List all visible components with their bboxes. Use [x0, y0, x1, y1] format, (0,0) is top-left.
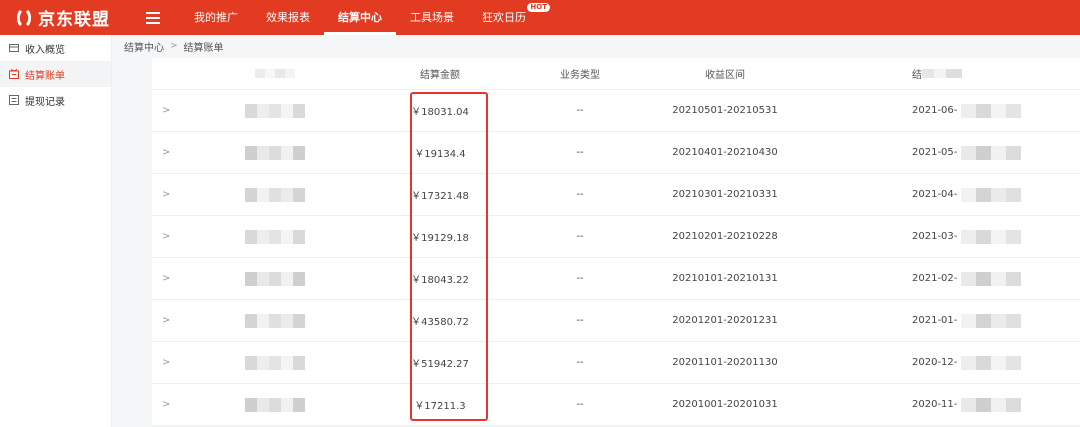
- expand-chevron-icon[interactable]: >: [152, 231, 200, 242]
- nav-item-settlement[interactable]: 结算中心: [324, 0, 396, 35]
- blurred-cell: [200, 271, 350, 286]
- breadcrumb-current: 结算账单: [183, 42, 224, 54]
- brand-name: 京东联盟: [38, 10, 110, 30]
- table-row[interactable]: > ￥17211.3 -- 20201001-20201031 2020-11-: [152, 384, 1080, 426]
- period-cell: 20210501-20210531: [672, 105, 778, 116]
- period-cell: 20210101-20210131: [672, 273, 778, 284]
- date-cell: 2021-03-: [820, 229, 1080, 244]
- blurred-cell: [200, 313, 350, 328]
- expand-chevron-icon[interactable]: >: [152, 273, 200, 284]
- breadcrumb: 结算中心 > 结算账单: [124, 38, 224, 54]
- period-cell: 20201201-20201231: [672, 315, 778, 326]
- wallet-icon: [9, 44, 19, 52]
- table-row[interactable]: > ￥17321.48 -- 20210301-20210331 2021-04…: [152, 174, 1080, 216]
- menu-toggle-icon[interactable]: [146, 11, 160, 24]
- type-cell: --: [576, 273, 584, 284]
- sidebar: 收入概览 结算账单 提现记录: [0, 35, 112, 427]
- table-row[interactable]: > ￥43580.72 -- 20201201-20201231 2021-01…: [152, 300, 1080, 342]
- amount-cell: ￥18031.04: [411, 107, 469, 118]
- date-cell: 2021-04-: [820, 187, 1080, 202]
- sidebar-item-settlement-bill[interactable]: 结算账单: [0, 61, 111, 87]
- amount-cell: ￥17211.3: [414, 401, 466, 412]
- header-blurred: [200, 69, 350, 78]
- main-nav: 我的推广 效果报表 结算中心 工具场景 狂欢日历 HOT: [180, 0, 550, 35]
- record-icon: [9, 95, 19, 105]
- date-cell: 2020-12-: [820, 355, 1080, 370]
- brand-logo[interactable]: 京东联盟: [14, 5, 124, 30]
- date-cell: 2020-11-: [820, 397, 1080, 412]
- expand-chevron-icon[interactable]: >: [152, 315, 200, 326]
- expand-chevron-icon[interactable]: >: [152, 105, 200, 116]
- expand-chevron-icon[interactable]: >: [152, 399, 200, 410]
- date-cell: 2021-06-: [820, 103, 1080, 118]
- type-cell: --: [576, 357, 584, 368]
- top-navbar: 京东联盟 我的推广 效果报表 结算中心 工具场景 狂欢日历 HOT: [0, 0, 1080, 35]
- period-cell: 20210401-20210430: [672, 147, 778, 158]
- type-cell: --: [576, 105, 584, 116]
- sidebar-item-income-overview[interactable]: 收入概览: [0, 35, 111, 61]
- table-header: 结算金额 业务类型 收益区间 结: [152, 58, 1080, 90]
- date-cell: 2021-01-: [820, 313, 1080, 328]
- table-row[interactable]: > ￥19129.18 -- 20210201-20210228 2021-03…: [152, 216, 1080, 258]
- header-type: 业务类型: [560, 70, 600, 81]
- blurred-cell: [200, 355, 350, 370]
- nav-item-reports[interactable]: 效果报表: [252, 0, 324, 35]
- blurred-cell: [200, 145, 350, 160]
- blurred-cell: [200, 229, 350, 244]
- type-cell: --: [576, 231, 584, 242]
- bill-icon: [9, 69, 19, 79]
- amount-cell: ￥17321.48: [411, 191, 469, 202]
- amount-cell: ￥19134.4: [414, 149, 466, 160]
- period-cell: 20201001-20201031: [672, 399, 778, 410]
- date-cell: 2021-02-: [820, 271, 1080, 286]
- hot-badge: HOT: [527, 3, 550, 12]
- blurred-cell: [200, 397, 350, 412]
- type-cell: --: [576, 399, 584, 410]
- nav-item-tools[interactable]: 工具场景: [396, 0, 468, 35]
- expand-chevron-icon[interactable]: >: [152, 147, 200, 158]
- period-cell: 20210301-20210331: [672, 189, 778, 200]
- type-cell: --: [576, 315, 584, 326]
- nav-item-calendar[interactable]: 狂欢日历 HOT: [468, 0, 550, 35]
- amount-cell: ￥19129.18: [411, 233, 469, 244]
- type-cell: --: [576, 189, 584, 200]
- expand-chevron-icon[interactable]: >: [152, 357, 200, 368]
- jd-logo-icon: [17, 9, 31, 26]
- sidebar-item-withdraw-records[interactable]: 提现记录: [0, 87, 111, 113]
- blurred-cell: [200, 103, 350, 118]
- amount-cell: ￥18043.22: [411, 275, 469, 286]
- date-cell: 2021-05-: [820, 145, 1080, 160]
- table-row[interactable]: > ￥18043.22 -- 20210101-20210131 2021-02…: [152, 258, 1080, 300]
- period-cell: 20201101-20201130: [672, 357, 778, 368]
- period-cell: 20210201-20210228: [672, 231, 778, 242]
- header-date: 结: [820, 66, 1080, 81]
- amount-cell: ￥51942.27: [411, 359, 469, 370]
- nav-item-promotion[interactable]: 我的推广: [180, 0, 252, 35]
- amount-cell: ￥43580.72: [411, 317, 469, 328]
- table-row[interactable]: > ￥51942.27 -- 20201101-20201130 2020-12…: [152, 342, 1080, 384]
- breadcrumb-parent[interactable]: 结算中心: [124, 39, 164, 54]
- chevron-right-icon: >: [170, 41, 178, 51]
- settlement-table: 结算金额 业务类型 收益区间 结 > ￥18031.04 -- 20210501…: [152, 58, 1080, 426]
- header-period: 收益区间: [705, 70, 745, 81]
- blurred-cell: [200, 187, 350, 202]
- table-row[interactable]: > ￥19134.4 -- 20210401-20210430 2021-05-: [152, 132, 1080, 174]
- expand-chevron-icon[interactable]: >: [152, 189, 200, 200]
- header-amount: 结算金额: [420, 70, 460, 81]
- table-row[interactable]: > ￥18031.04 -- 20210501-20210531 2021-06…: [152, 90, 1080, 132]
- type-cell: --: [576, 147, 584, 158]
